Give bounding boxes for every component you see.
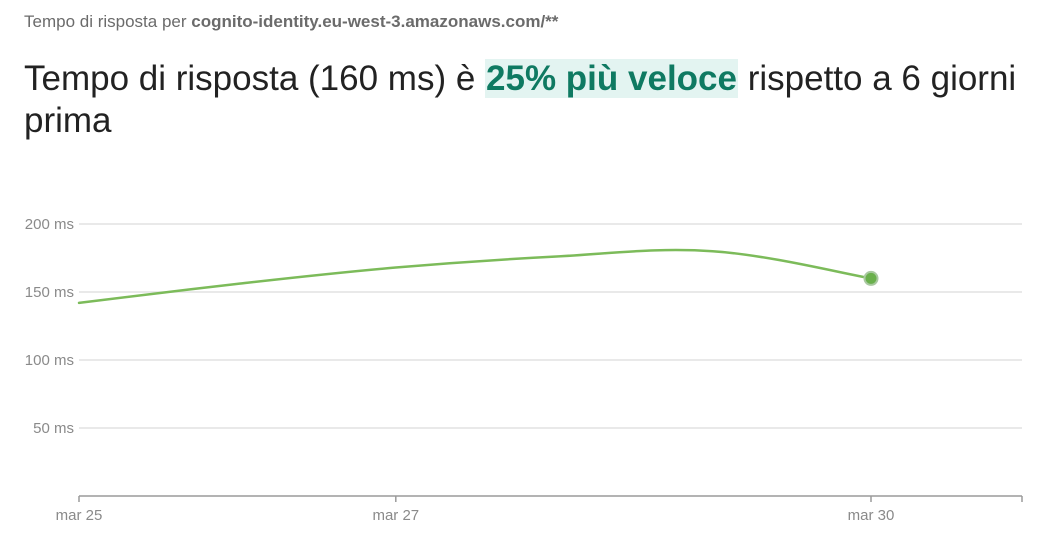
response-time-chart: 200 ms 150 ms 100 ms 50 ms mar 25 mar 27 mar 3… xyxy=(25,216,1023,524)
last-point-marker xyxy=(863,270,879,286)
y-tick-label: 200 ms xyxy=(25,216,74,233)
y-tick-label: 50 ms xyxy=(33,420,74,437)
x-tick-label: mar 27 xyxy=(372,507,419,524)
x-tick-label: mar 25 xyxy=(56,507,103,524)
y-tick-label: 150 ms xyxy=(25,284,74,301)
series-line xyxy=(77,248,873,305)
y-tick-label: 100 ms xyxy=(25,352,74,369)
x-tick-label: mar 30 xyxy=(848,507,895,524)
